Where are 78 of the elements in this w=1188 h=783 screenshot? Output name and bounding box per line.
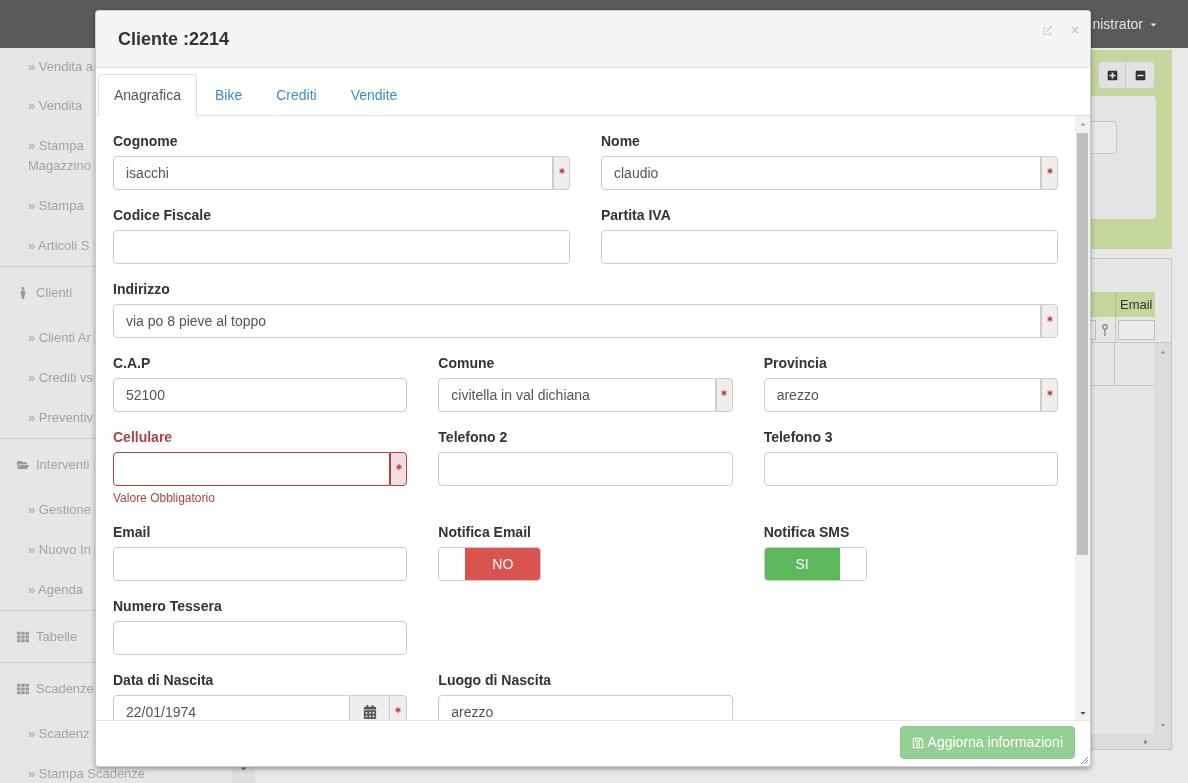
grid-icon bbox=[17, 682, 29, 695]
field-label: Codice Fiscale bbox=[113, 206, 212, 225]
field-label: Telefono 2 bbox=[438, 428, 508, 447]
sidebar-link[interactable]: » Scadenz bbox=[28, 724, 90, 744]
input-field[interactable]: arezzo bbox=[763, 378, 1041, 412]
add-button[interactable] bbox=[1098, 61, 1126, 89]
field-label: Partita IVA bbox=[601, 206, 671, 225]
scroll-up-arrow-icon[interactable] bbox=[1158, 348, 1167, 356]
sidebar-section-link[interactable]: Tabelle bbox=[17, 626, 78, 647]
tab[interactable]: Crediti bbox=[260, 74, 333, 116]
toggle-switch[interactable]: SI bbox=[763, 547, 867, 581]
sidebar-section-link[interactable]: Clienti bbox=[17, 282, 73, 303]
date-picker-button[interactable] bbox=[350, 695, 391, 720]
minus-icon bbox=[1134, 69, 1146, 81]
sidebar-link[interactable]: » Stampa Magazzino bbox=[28, 136, 91, 176]
field-label: Notifica SMS bbox=[763, 523, 850, 542]
scroll-down-arrow-icon[interactable] bbox=[239, 764, 248, 773]
field-label: C.A.P bbox=[113, 354, 151, 373]
field-label: Email bbox=[113, 523, 151, 542]
sidebar-link[interactable]: » Stampa bbox=[28, 196, 84, 216]
scrollbar[interactable] bbox=[1154, 343, 1171, 734]
field-label: Data di Nascita bbox=[113, 671, 214, 690]
field-label: Numero Tessera bbox=[113, 597, 222, 616]
field-label: Luogo di Nascita bbox=[438, 671, 552, 690]
close-icon[interactable] bbox=[1070, 25, 1080, 35]
calendar-icon bbox=[362, 705, 377, 719]
column-header[interactable]: Email bbox=[1116, 292, 1155, 317]
scrollbar-thumb[interactable] bbox=[1077, 133, 1088, 555]
input-field[interactable]: arezzo bbox=[438, 695, 733, 720]
pin-icon bbox=[1102, 323, 1108, 336]
save-icon bbox=[911, 736, 924, 749]
resize-grip-icon[interactable] bbox=[1080, 756, 1088, 764]
field-label: Cellulare bbox=[113, 428, 173, 447]
scroll-right-arrow-icon[interactable] bbox=[1142, 737, 1150, 746]
user-menu[interactable]: nistrator bbox=[1092, 13, 1158, 35]
input-field[interactable]: civitella in val dichiana bbox=[438, 378, 716, 412]
error-message: Valore Obbligatorio bbox=[113, 490, 215, 507]
tab[interactable]: Anagrafica bbox=[98, 74, 197, 116]
sidebar-section-link[interactable]: Interventi bbox=[17, 454, 90, 475]
toggle-switch[interactable]: NO bbox=[438, 547, 542, 581]
field-label: Cognome bbox=[113, 132, 178, 151]
field-label: Comune bbox=[438, 354, 495, 373]
field-label: Notifica Email bbox=[438, 523, 531, 542]
input-field[interactable] bbox=[113, 452, 391, 486]
input-field[interactable]: via po 8 pieve al toppo bbox=[113, 304, 1041, 338]
sidebar-section-link[interactable]: Scadenze bbox=[17, 678, 94, 699]
input-field[interactable]: isacchi bbox=[113, 156, 553, 190]
sidebar-link[interactable]: » Crediti vs bbox=[28, 368, 94, 388]
field-label: Nome bbox=[601, 132, 640, 151]
remove-button[interactable] bbox=[1126, 61, 1155, 89]
folder-icon bbox=[17, 458, 29, 471]
sidebar-link[interactable]: » Preventiv bbox=[28, 408, 94, 428]
sidebar-link[interactable]: » Nuovo In bbox=[28, 540, 91, 560]
input-field[interactable]: 22/01/1974 bbox=[113, 695, 351, 720]
sidebar-link[interactable]: » Vendita a bbox=[28, 57, 94, 77]
tab[interactable]: Vendite bbox=[334, 74, 414, 116]
tab[interactable]: Bike bbox=[198, 74, 259, 116]
input-field[interactable]: claudio bbox=[601, 156, 1041, 190]
sidebar-link[interactable]: » Articoli S bbox=[28, 236, 90, 256]
external-link-icon[interactable] bbox=[1043, 25, 1052, 35]
field-label: Indirizzo bbox=[113, 280, 170, 299]
grid-icon bbox=[17, 630, 29, 643]
field-label: Telefono 3 bbox=[763, 428, 833, 447]
dialog-title: Cliente :2214 bbox=[118, 27, 230, 51]
input-field[interactable]: 52100 bbox=[113, 378, 408, 412]
sidebar-link[interactable]: » Gestione bbox=[28, 500, 91, 520]
field-label: Provincia bbox=[763, 354, 827, 373]
sidebar-link[interactable]: » Clienti Ar bbox=[28, 328, 91, 348]
table-header-cell bbox=[1091, 292, 1116, 317]
input-field[interactable] bbox=[1091, 121, 1117, 154]
plus-icon bbox=[1106, 69, 1118, 81]
sidebar-link[interactable]: » Agenda bbox=[28, 580, 83, 600]
scrollbar[interactable] bbox=[1075, 116, 1090, 720]
filter-field[interactable] bbox=[1091, 319, 1096, 340]
scrollbar[interactable] bbox=[1091, 734, 1171, 749]
sidebar-link[interactable]: » Vendita bbox=[28, 96, 83, 116]
filter-field[interactable] bbox=[1118, 319, 1155, 340]
sidebar-link[interactable]: » Stampa Scadenze bbox=[28, 764, 146, 783]
